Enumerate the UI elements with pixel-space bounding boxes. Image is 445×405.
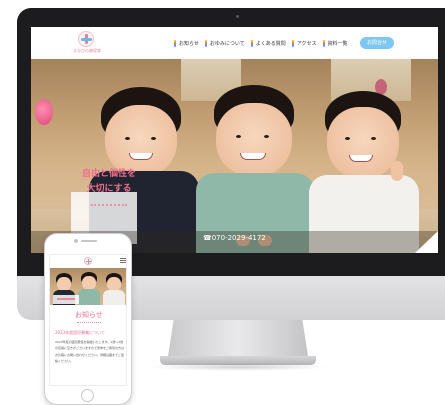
- nav-bullet-icon: [291, 39, 294, 47]
- camera-icon: [74, 239, 78, 243]
- mobile-screen: お知らせ 2023年度園児募集について 2023年度の園児募集を開始いたします。…: [49, 254, 127, 386]
- hero-catchphrase: 自由と個性を 大切にする: [79, 167, 139, 197]
- mobile-hero-photo: [50, 268, 126, 305]
- child-right: [307, 91, 419, 253]
- nav-item-access[interactable]: アクセス: [291, 39, 317, 47]
- monitor-stand: [168, 320, 308, 356]
- nav-label: お知らせ: [179, 40, 199, 47]
- wave-decoration: [77, 321, 101, 323]
- mobile-hero-caption: [53, 295, 79, 304]
- mobile-header: [50, 255, 126, 268]
- logo-icon[interactable]: [78, 31, 94, 47]
- nav-label: アクセス: [296, 40, 317, 47]
- nav-bullet-icon: [250, 39, 253, 47]
- news-section-title: お知らせ: [75, 311, 103, 319]
- nav-bullet-icon: [204, 39, 207, 47]
- ball-decoration: [35, 99, 53, 125]
- corner-decoration: [415, 231, 438, 253]
- nav-item-documents[interactable]: 資料一覧: [322, 39, 348, 47]
- hero-catch-line2: 大切にする: [86, 184, 132, 194]
- desktop-screen: まなびの森保育 お知らせ おゆみについて よくある質問 アクセス 資料一覧 お問…: [31, 27, 438, 253]
- news-body-text: 2023年度の園児募集を開始いたします。1歳〜2歳の定員に空きがございますので見…: [55, 340, 125, 364]
- logo-text[interactable]: まなびの森保育: [70, 48, 104, 54]
- phone-number-link[interactable]: ☎070-2029-4172: [203, 234, 266, 242]
- nav-label: よくある質問: [255, 40, 286, 47]
- hero-catch-line1: 自由と個性を: [81, 169, 136, 179]
- stand-shadow: [150, 363, 328, 371]
- nav-bullet-icon: [174, 39, 176, 47]
- home-button[interactable]: [81, 389, 94, 402]
- site-header: まなびの森保育 お知らせ おゆみについて よくある質問 アクセス 資料一覧 お問…: [31, 27, 438, 59]
- wave-decoration: [91, 202, 127, 206]
- child-middle: [196, 85, 314, 253]
- hamburger-menu-icon[interactable]: [120, 258, 126, 263]
- smartphone-mockup: お知らせ 2023年度園児募集について 2023年度の園児募集を開始いたします。…: [44, 233, 132, 405]
- logo-icon[interactable]: [84, 257, 92, 265]
- nav-bullet-icon: [322, 39, 325, 47]
- nav-label: 資料一覧: [327, 40, 348, 47]
- nav-item-faq[interactable]: よくある質問: [250, 39, 286, 47]
- nav-item-about[interactable]: おゆみについて: [204, 39, 245, 47]
- device-mockup: まなびの森保育 お知らせ おゆみについて よくある質問 アクセス 資料一覧 お問…: [0, 0, 445, 405]
- nav-label: おゆみについて: [209, 40, 245, 47]
- global-nav: お知らせ おゆみについて よくある質問 アクセス 資料一覧: [174, 38, 354, 48]
- camera-icon: [236, 15, 239, 18]
- nav-item-news[interactable]: お知らせ: [174, 39, 199, 47]
- hero-photo: [31, 59, 438, 253]
- speaker-grille: [81, 240, 97, 242]
- contact-button[interactable]: お問合せ: [360, 37, 394, 49]
- news-headline-link[interactable]: 2023年度園児募集について: [55, 330, 125, 336]
